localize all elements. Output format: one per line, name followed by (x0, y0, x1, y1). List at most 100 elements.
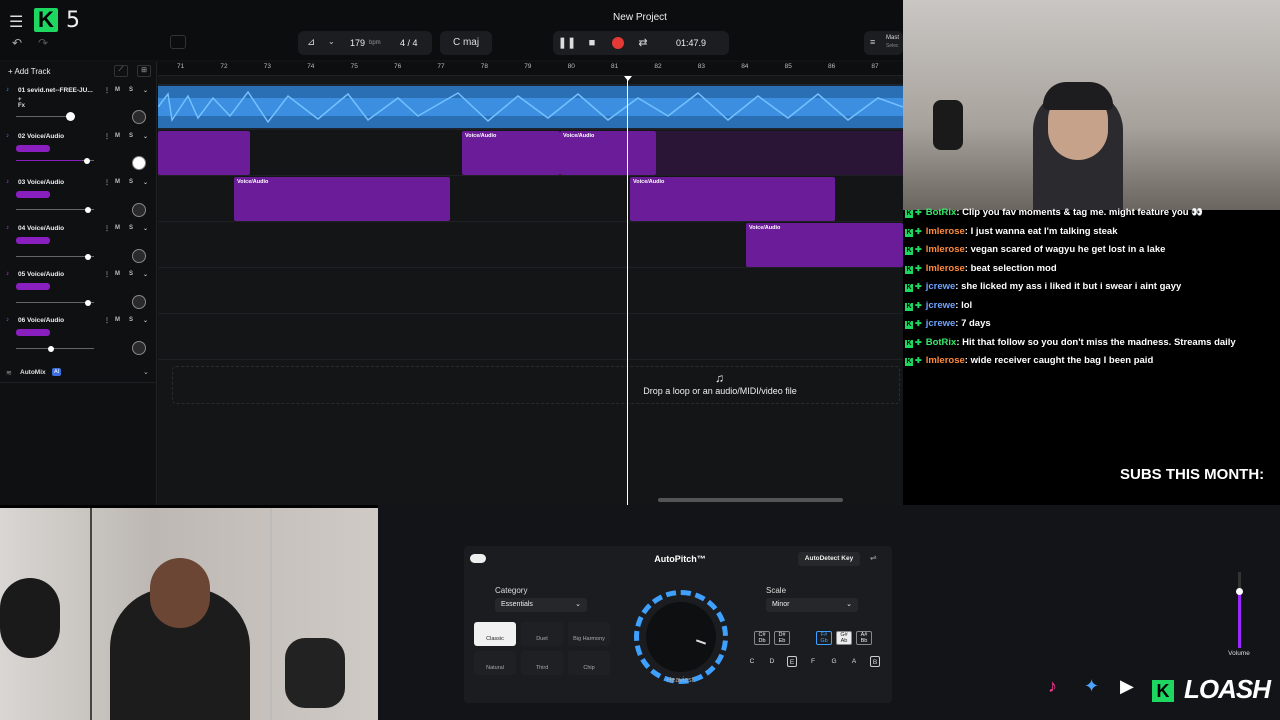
settings-icon[interactable]: ⇌ (870, 553, 877, 562)
volume-slider[interactable] (16, 302, 94, 303)
solo-button[interactable]: S (129, 87, 133, 93)
loop-icon[interactable]: ⇄ (632, 32, 654, 54)
voice-clip[interactable]: Voice/Audio (234, 177, 450, 221)
pan-dial[interactable] (132, 156, 146, 170)
tempo-value[interactable]: 179 (350, 38, 365, 48)
slider-knob[interactable] (66, 112, 75, 121)
slider-knob[interactable] (48, 346, 54, 352)
stop-icon[interactable]: ■ (581, 32, 603, 54)
chevron-down-icon[interactable]: ⌄ (143, 133, 148, 140)
screen-icon[interactable] (170, 35, 186, 49)
chevron-down-icon[interactable]: ⌄ (143, 179, 148, 186)
chevron-down-icon[interactable]: ⌄ (143, 368, 149, 376)
chat-username[interactable]: BotRix (926, 337, 957, 348)
preset-chip[interactable] (16, 283, 50, 290)
mute-button[interactable]: M (115, 87, 120, 93)
chevron-down-icon[interactable]: ⌄ (143, 225, 148, 232)
chat-username[interactable]: lmlerose (926, 244, 965, 255)
wand-icon[interactable]: ⟋ (114, 65, 128, 77)
key-a-sharp[interactable]: A# Bb (856, 631, 872, 645)
key-b[interactable]: B (870, 656, 880, 667)
drop-zone[interactable] (172, 366, 900, 404)
chat-username[interactable]: lmlerose (926, 226, 965, 237)
undo-icon[interactable]: ↶ (12, 36, 28, 50)
volume-knob[interactable] (1236, 588, 1243, 595)
playhead-marker[interactable] (624, 76, 632, 81)
chevron-down-icon[interactable]: ⌄ (143, 317, 148, 324)
automix-row[interactable]: ≋ AutoMix AI ⌄ (0, 363, 157, 383)
more-icon[interactable]: ⋮ (104, 317, 110, 324)
more-icon[interactable]: ⋮ (104, 271, 110, 278)
strength-dial[interactable] (646, 602, 716, 672)
volume-slider[interactable] (16, 209, 94, 210)
pan-dial[interactable] (132, 295, 146, 309)
voice-clip[interactable]: Voice/Audio (630, 177, 835, 221)
preset-chip[interactable] (16, 329, 50, 336)
key-d-sharp[interactable]: D# Eb (774, 631, 790, 645)
style-duet[interactable]: Duet (521, 622, 563, 646)
mute-button[interactable]: M (115, 271, 120, 277)
solo-button[interactable]: S (129, 133, 133, 139)
solo-button[interactable]: S (129, 179, 133, 185)
slider-knob[interactable] (85, 207, 91, 213)
key-c-sharp[interactable]: C# Db (754, 631, 770, 645)
chat-username[interactable]: jcrewe (926, 300, 956, 311)
lane-05[interactable] (158, 268, 903, 314)
pan-dial[interactable] (132, 110, 146, 124)
pan-dial[interactable] (132, 249, 146, 263)
style-third[interactable]: Third (521, 651, 563, 675)
chat-username[interactable]: jcrewe (926, 318, 956, 329)
key-g[interactable]: G (829, 656, 839, 667)
slider-knob[interactable] (84, 158, 90, 164)
preset-chip[interactable] (16, 145, 50, 152)
solo-button[interactable]: S (129, 271, 133, 277)
time-signature[interactable]: 4 / 4 (400, 38, 418, 48)
key-selector[interactable]: C maj (440, 31, 492, 55)
chevron-down-icon[interactable]: ⌄ (328, 37, 335, 46)
pan-dial[interactable] (132, 341, 146, 355)
mixer-icon[interactable]: ≡ (870, 37, 875, 47)
preset-chip[interactable] (16, 191, 50, 198)
mute-button[interactable]: M (115, 225, 120, 231)
chevron-down-icon[interactable]: ⌄ (143, 271, 148, 278)
category-select[interactable]: Essentials ⌄ (495, 598, 587, 612)
chevron-down-icon[interactable]: ⌄ (143, 87, 148, 94)
slider-knob[interactable] (85, 254, 91, 260)
style-classic[interactable]: Classic (474, 622, 516, 646)
fx-label[interactable]: + Fx (18, 97, 25, 109)
key-f[interactable]: F (808, 656, 818, 667)
audio-clip-01[interactable] (158, 86, 903, 128)
settings-icon[interactable]: ⊞ (137, 65, 151, 77)
mute-button[interactable]: M (115, 133, 120, 139)
key-a[interactable]: A (849, 656, 859, 667)
mute-button[interactable]: M (115, 179, 120, 185)
slider-knob[interactable] (85, 300, 91, 306)
autodetect-key-button[interactable]: AutoDetect Key (798, 552, 860, 566)
volume-slider[interactable] (16, 348, 94, 349)
style-natural[interactable]: Natural (474, 651, 516, 675)
pan-dial[interactable] (132, 203, 146, 217)
volume-slider[interactable] (16, 256, 94, 257)
more-icon[interactable]: ⋮ (104, 179, 110, 186)
more-icon[interactable]: ⋮ (104, 87, 110, 94)
chat-username[interactable]: BotRix (926, 207, 957, 218)
style-chip[interactable]: Chip (568, 651, 610, 675)
record-button[interactable] (612, 37, 624, 49)
key-e[interactable]: E (787, 656, 797, 667)
key-g-sharp[interactable]: G# Ab (836, 631, 852, 645)
chat-username[interactable]: lmlerose (926, 355, 965, 366)
solo-button[interactable]: S (129, 317, 133, 323)
pause-icon[interactable]: ❚❚ (556, 32, 578, 54)
voice-clip[interactable]: Voice/Audio (462, 131, 560, 175)
key-f-sharp[interactable]: F# Gb (816, 631, 832, 645)
key-c[interactable]: C (747, 656, 757, 667)
playhead[interactable] (627, 76, 628, 505)
mute-button[interactable]: M (115, 317, 120, 323)
horizontal-scrollbar[interactable] (658, 498, 843, 502)
voice-clip[interactable]: Voice/Audio (746, 223, 903, 267)
preset-chip[interactable] (16, 237, 50, 244)
more-icon[interactable]: ⋮ (104, 133, 110, 140)
redo-icon[interactable]: ↷ (38, 36, 48, 50)
more-icon[interactable]: ⋮ (104, 225, 110, 232)
menu-icon[interactable]: ☰ (9, 12, 23, 32)
